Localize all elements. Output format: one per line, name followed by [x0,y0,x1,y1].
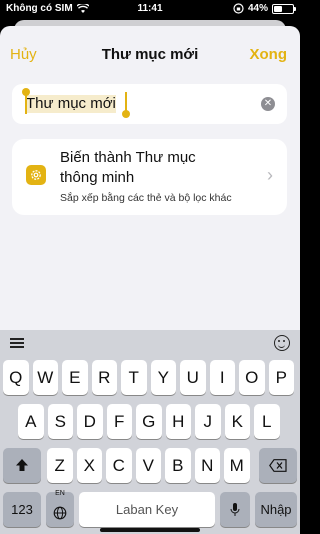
status-right: 44% [233,3,296,14]
selection-end-handle[interactable] [122,92,130,118]
selection-start-handle[interactable] [22,88,30,114]
gear-icon [26,165,46,185]
key-e[interactable]: E [62,360,88,395]
home-indicator [100,528,200,532]
key-t[interactable]: T [121,360,147,395]
key-o[interactable]: O [239,360,265,395]
shift-key[interactable] [3,448,41,483]
menu-icon[interactable] [10,338,24,348]
delete-key[interactable] [259,448,297,483]
key-a[interactable]: A [18,404,44,439]
key-l[interactable]: L [254,404,280,439]
battery-percent: 44% [247,3,268,14]
status-bar: Không có SIM 11:41 44% [0,0,300,18]
key-b[interactable]: B [165,448,191,483]
key-u[interactable]: U [180,360,206,395]
folder-name-field[interactable]: Thư mục mới ✕ [12,84,287,124]
key-r[interactable]: R [91,360,117,395]
key-y[interactable]: Y [150,360,176,395]
keyboard: QWERTYUIOP ASDFGHJKL ZXCVBNM 123 EN Laba… [0,330,300,534]
language-key[interactable]: EN [46,490,74,527]
key-w[interactable]: W [32,360,58,395]
shift-icon [16,459,28,471]
done-button[interactable]: Xong [250,46,288,63]
key-q[interactable]: Q [3,360,29,395]
key-h[interactable]: H [165,404,191,439]
numbers-key[interactable]: 123 [3,492,41,527]
key-m[interactable]: M [224,448,250,483]
key-i[interactable]: I [209,360,235,395]
nav-bar: Hủy Thư mục mới Xong [0,26,300,84]
chevron-right-icon: › [267,165,273,185]
globe-icon [53,506,67,520]
key-v[interactable]: V [135,448,161,483]
key-g[interactable]: G [136,404,162,439]
return-key[interactable]: Nhập [255,492,297,527]
backspace-icon [269,459,287,472]
key-p[interactable]: P [268,360,294,395]
key-d[interactable]: D [77,404,103,439]
key-c[interactable]: C [106,448,132,483]
key-n[interactable]: N [194,448,220,483]
emoji-icon[interactable] [274,335,290,351]
key-k[interactable]: K [224,404,250,439]
key-f[interactable]: F [106,404,132,439]
new-folder-sheet: Hủy Thư mục mới Xong Thư mục mới ✕ Biến … [0,26,300,330]
smart-folder-subtitle: Sắp xếp bằng các thẻ và bộ lọc khác [60,192,232,204]
microphone-icon [230,503,240,516]
battery-fill [274,5,282,12]
smart-folder-option[interactable]: Biến thành Thư mục thông minh Sắp xếp bằ… [12,139,287,215]
key-s[interactable]: S [47,404,73,439]
keyboard-toolbar [0,330,300,356]
folder-name-value[interactable]: Thư mục mới [26,95,116,113]
orientation-lock-icon [233,3,244,14]
key-x[interactable]: X [76,448,102,483]
smart-folder-title-line1: Biến thành Thư mục [60,149,196,166]
key-z[interactable]: Z [47,448,73,483]
smart-folder-title-line2: thông minh [60,169,135,186]
space-key[interactable]: Laban Key [79,492,215,527]
dictation-key[interactable] [220,492,250,527]
battery-icon [272,3,296,14]
clear-text-icon[interactable]: ✕ [261,97,275,111]
key-j[interactable]: J [195,404,221,439]
language-label: EN [55,490,65,497]
